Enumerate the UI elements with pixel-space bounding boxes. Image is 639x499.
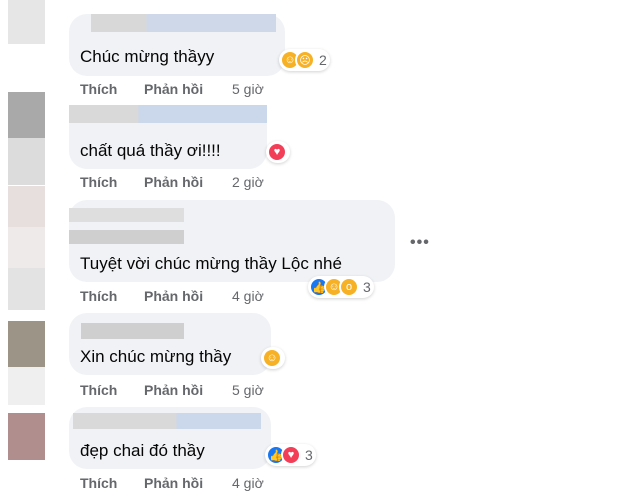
like-link[interactable]: Thích (80, 288, 144, 304)
comment-time[interactable]: 4 giờ (232, 475, 264, 491)
commenter-name-blurred[interactable] (69, 105, 267, 123)
reply-link[interactable]: Phản hồi (144, 288, 232, 304)
commenter-name-blurred[interactable] (81, 323, 184, 339)
reaction-summary[interactable]: ♥ (266, 141, 290, 163)
avatar[interactable] (8, 413, 45, 460)
comment-actions: Thích Phản hồi 4 giờ (80, 288, 264, 304)
comment-actions: Thích Phản hồi 5 giờ (80, 382, 264, 398)
commenter-name-blurred[interactable] (69, 230, 184, 244)
reply-link[interactable]: Phản hồi (144, 382, 232, 398)
commenter-name-blurred[interactable] (91, 14, 276, 32)
comment-text: đẹp chai đó thầy (80, 441, 205, 460)
reaction-summary[interactable]: ☺ (261, 347, 285, 369)
comment-time[interactable]: 2 giờ (232, 174, 264, 190)
care-icon: ☺ (262, 348, 282, 368)
avatar[interactable] (8, 321, 45, 405)
comment-time[interactable]: 5 giờ (232, 382, 264, 398)
comment-actions: Thích Phản hồi 4 giờ (80, 475, 264, 491)
comment-actions: Thích Phản hồi 5 giờ (80, 81, 264, 97)
avatar[interactable] (8, 186, 45, 310)
reaction-count: 2 (319, 52, 327, 68)
avatar[interactable] (8, 0, 45, 44)
comment-text: chất quá thầy ơi!!!! (80, 141, 221, 160)
comment-text: Xin chúc mừng thầy (80, 347, 232, 366)
like-link[interactable]: Thích (80, 81, 144, 97)
reaction-count: 3 (363, 279, 371, 295)
love-icon: ♥ (281, 445, 301, 465)
like-link[interactable]: Thích (80, 382, 144, 398)
commenter-name-blurred[interactable] (69, 208, 184, 222)
reaction-summary[interactable]: ☺ ☹ 2 (279, 49, 330, 71)
reaction-count: 3 (305, 447, 313, 463)
comment-time[interactable]: 4 giờ (232, 288, 264, 304)
reply-link[interactable]: Phản hồi (144, 81, 232, 97)
more-options-button[interactable]: ••• (410, 234, 430, 252)
like-link[interactable]: Thích (80, 475, 144, 491)
comment-time[interactable]: 5 giờ (232, 81, 264, 97)
sad-icon: ☹ (295, 50, 315, 70)
comment-text: Chúc mừng thầyy (80, 47, 215, 66)
reaction-summary[interactable]: 👍 ♥ 3 (265, 444, 316, 466)
comment-actions: Thích Phản hồi 2 giờ (80, 174, 264, 190)
reaction-summary[interactable]: 👍 ☺ o 3 (308, 276, 374, 298)
comment-text: Tuyệt vời chúc mừng thầy Lộc nhé (80, 254, 342, 273)
reply-link[interactable]: Phản hồi (144, 174, 232, 190)
commenter-name-blurred[interactable] (73, 413, 261, 429)
avatar[interactable] (8, 92, 45, 185)
love-icon: ♥ (267, 142, 287, 162)
wow-icon: o (339, 277, 359, 297)
reply-link[interactable]: Phản hồi (144, 475, 232, 491)
like-link[interactable]: Thích (80, 174, 144, 190)
